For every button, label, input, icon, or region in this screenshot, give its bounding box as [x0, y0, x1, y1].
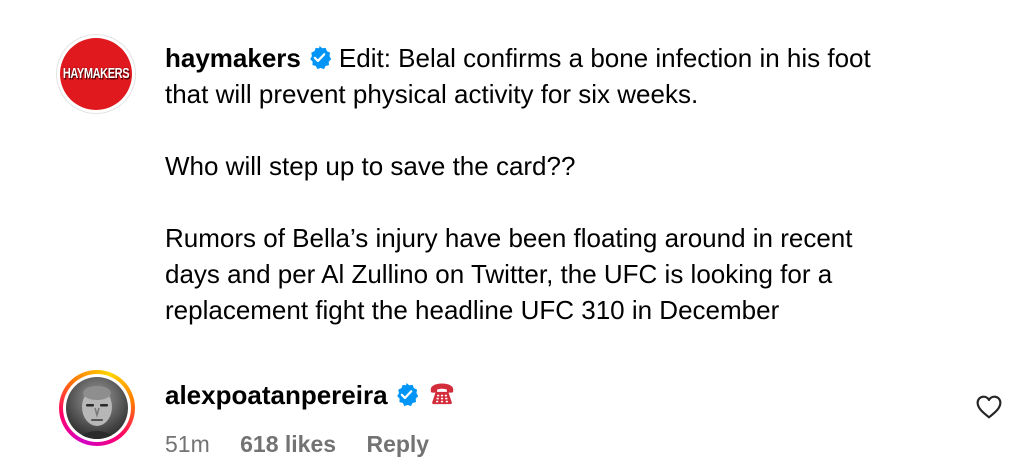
- comment-item: alexpoatanpereira 51m 618 likes Reply: [0, 365, 1024, 465]
- avatar-alexpoatanpereira[interactable]: [59, 370, 135, 446]
- reply-button[interactable]: Reply: [366, 429, 429, 459]
- post-username[interactable]: haymakers: [165, 43, 301, 73]
- caption-paragraph-2: Who will step up to save the card??: [165, 151, 576, 181]
- comment-timestamp[interactable]: 51m: [165, 429, 210, 459]
- caption-text: haymakers Edit: Belal confirms a bone in…: [165, 40, 965, 328]
- comment-likes-count[interactable]: 618 likes: [240, 429, 336, 459]
- caption-line-5: Rumors of Bella’s injury have been float…: [165, 223, 853, 253]
- caption-line-2: that will prevent physical activity for …: [165, 79, 699, 109]
- comment-header: alexpoatanpereira: [165, 378, 456, 412]
- comment-meta: 51m 618 likes Reply: [165, 429, 429, 459]
- verified-badge-icon: [310, 45, 332, 70]
- telephone-icon: [430, 383, 453, 405]
- avatar-haymakers[interactable]: HAYMAKERS: [57, 35, 135, 113]
- haymakers-logo: HAYMAKERS: [60, 38, 132, 110]
- portrait-image: [76, 386, 118, 439]
- profile-photo: [66, 377, 128, 439]
- caption-line-1: haymakers Edit: Belal confirms a bone in…: [165, 40, 965, 76]
- verified-badge-icon: [396, 382, 418, 407]
- story-ring-gap: [63, 374, 131, 442]
- comment-username[interactable]: alexpoatanpereira: [165, 380, 388, 410]
- haymakers-logo-text: HAYMAKERS: [62, 65, 130, 83]
- heart-like-icon[interactable]: [976, 395, 1002, 419]
- caption-line-6: days and per Al Zullino on Twitter, the …: [165, 259, 833, 289]
- caption-line-7: replacement fight the headline UFC 310 i…: [165, 295, 780, 325]
- caption-first-line: Edit: Belal confirms a bone infection in…: [338, 43, 871, 73]
